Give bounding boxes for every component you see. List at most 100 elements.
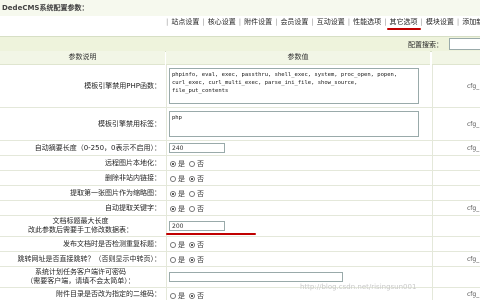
radio-yes-label: 是 — [178, 241, 185, 249]
radio-yes-label: 是 — [178, 256, 185, 264]
radio-yes-label: 是 — [178, 205, 185, 213]
radio-no-label: 否 — [197, 205, 204, 213]
radio-no-label: 否 — [197, 241, 204, 249]
tab-performance-options[interactable]: 性能选项 — [350, 17, 384, 27]
variable-name: cfg_ — [432, 65, 480, 107]
variable-name: cfg_ — [432, 108, 480, 140]
blog-watermark: http://blog.csdn.net/risingsun001 — [300, 283, 417, 291]
radio-no-label: 否 — [197, 256, 204, 264]
setting-row-jump: 跳转网址是否直接跳转？（否则显示中转页）： 是 否 cfg_ — [0, 252, 480, 267]
radio-no[interactable] — [189, 176, 195, 182]
setting-label: 模板引擎禁用PHP函数： — [84, 82, 161, 90]
setting-row-remote-pic: 远程图片本地化： 是 否 — [0, 156, 480, 171]
setting-label: 文档标题最大长度 改此参数后需要手工修改数据表： — [0, 216, 165, 236]
setting-label: 自动提取关键字： — [105, 204, 161, 212]
radio-no-label: 否 — [197, 190, 204, 198]
setting-row-check-title: 发布文档时是否检测重复标题： 是 否 — [0, 237, 480, 252]
radio-no[interactable] — [189, 161, 195, 167]
setting-value-cell: 是 否 — [166, 252, 431, 266]
del-links-radio-group: 是 否 — [170, 174, 208, 184]
radio-yes[interactable] — [170, 191, 176, 197]
setting-value-cell: 是 否 — [166, 186, 431, 200]
column-header-value: 参数值 — [166, 51, 430, 65]
setting-label: 附件目录是否改为指定的二维码： — [56, 290, 161, 298]
column-header-variable — [432, 51, 480, 65]
setting-label: 系统计划任务客户端许可密码 （需要客户端，请填不会太简单）： — [0, 267, 165, 287]
tpl-tags-textarea[interactable]: php — [169, 111, 419, 137]
page-header: DedeCMS系统配置参数： — [0, 0, 480, 16]
title-length-input[interactable]: 200 — [169, 221, 225, 231]
php-funcs-textarea[interactable]: phpinfo, eval, exec, passthru, shell_exe… — [169, 68, 419, 104]
setting-label-line2: 改此参数后需要手工修改数据表： — [28, 226, 133, 234]
radio-no[interactable] — [189, 242, 195, 248]
tab-add-variable[interactable]: 添加新变量 — [459, 17, 480, 27]
radio-yes[interactable] — [170, 293, 176, 299]
tab-interaction-settings[interactable]: 互动设置 — [314, 17, 348, 27]
setting-value-cell: 是 否 — [166, 237, 431, 251]
setting-label-line2: （需要客户端，请填不会太简单）： — [26, 277, 135, 285]
radio-yes-label: 是 — [178, 175, 185, 183]
tab-site-settings[interactable]: 站点设置 — [168, 17, 202, 27]
radio-no-label: 否 — [197, 160, 204, 168]
setting-label-line1: 文档标题最大长度 — [52, 217, 109, 225]
radio-no[interactable] — [189, 191, 195, 197]
column-header-description: 参数说明 — [0, 51, 165, 65]
variable-name: cfg_ — [432, 141, 480, 155]
client-password-input[interactable] — [169, 272, 343, 282]
variable-name — [432, 171, 480, 185]
radio-yes[interactable] — [170, 161, 176, 167]
variable-name — [432, 216, 480, 236]
variable-name — [432, 237, 480, 251]
config-search-input[interactable] — [449, 38, 480, 50]
setting-label: 自动摘要长度（0-250，0表示不启用）： — [34, 144, 161, 152]
variable-name: cfg_ — [432, 288, 480, 300]
setting-value-cell: php — [166, 108, 431, 140]
variable-name: cfg_ — [432, 252, 480, 266]
check-title-radio-group: 是 否 — [170, 240, 208, 250]
setting-label: 提取第一张图片作为缩略图： — [70, 189, 161, 197]
setting-value-cell: 是 否 — [166, 171, 431, 185]
tab-core-settings[interactable]: 核心设置 — [205, 17, 239, 27]
radio-yes[interactable] — [170, 242, 176, 248]
variable-name: cfg_ — [432, 201, 480, 215]
radio-yes[interactable] — [170, 206, 176, 212]
red-underline-annotation — [166, 233, 256, 235]
setting-value-cell: 是 否 — [166, 156, 431, 170]
radio-no[interactable] — [189, 206, 195, 212]
tab-member-settings[interactable]: 会员设置 — [277, 17, 311, 27]
auto-desc-input[interactable]: 240 — [169, 143, 225, 153]
setting-row-first-pic: 提取第一张图片作为缩略图： 是 否 — [0, 186, 480, 201]
config-search-label: 配置搜索： — [408, 41, 443, 49]
setting-label: 远程图片本地化： — [105, 159, 161, 167]
tab-attachment-settings[interactable]: 附件设置 — [241, 17, 275, 27]
variable-name — [432, 186, 480, 200]
radio-yes-label: 是 — [178, 190, 185, 198]
setting-label: 发布文档时是否检测重复标题： — [63, 240, 161, 248]
radio-no[interactable] — [189, 293, 195, 299]
keywords-radio-group: 是 否 — [170, 204, 208, 214]
setting-value-cell: 是 否 — [166, 201, 431, 215]
radio-no-label: 否 — [197, 175, 204, 183]
setting-label: 模板引擎禁用标签： — [98, 120, 161, 128]
tab-module-settings[interactable]: 模块设置 — [423, 17, 457, 27]
radio-no[interactable] — [189, 257, 195, 263]
variable-name — [432, 156, 480, 170]
jump-radio-group: 是 否 — [170, 255, 208, 265]
tab-other-options[interactable]: 其它选项 — [386, 17, 421, 30]
setting-row-keywords: 自动提取关键字： 是 否 cfg_ — [0, 201, 480, 216]
setting-row-auto-desc: 自动摘要长度（0-250，0表示不启用）： 240 cfg_ — [0, 141, 480, 156]
setting-label-line1: 系统计划任务客户端许可密码 — [35, 268, 126, 276]
radio-yes-label: 是 — [178, 160, 185, 168]
variable-name — [432, 267, 480, 287]
setting-row-tpl-tags: 模板引擎禁用标签： php cfg_ — [0, 108, 480, 141]
setting-label: 删除非站内链接： — [105, 174, 161, 182]
radio-yes[interactable] — [170, 257, 176, 263]
radio-yes[interactable] — [170, 176, 176, 182]
config-search-bar: 配置搜索： — [0, 36, 480, 52]
setting-row-del-links: 删除非站内链接： 是 否 — [0, 171, 480, 186]
remote-pic-radio-group: 是 否 — [170, 159, 208, 169]
setting-label: 跳转网址是否直接跳转？（否则显示中转页）： — [17, 255, 162, 263]
first-pic-radio-group: 是 否 — [170, 189, 208, 199]
setting-value-cell: phpinfo, eval, exec, passthru, shell_exe… — [166, 65, 431, 107]
page-title: DedeCMS系统配置参数： — [2, 4, 89, 12]
